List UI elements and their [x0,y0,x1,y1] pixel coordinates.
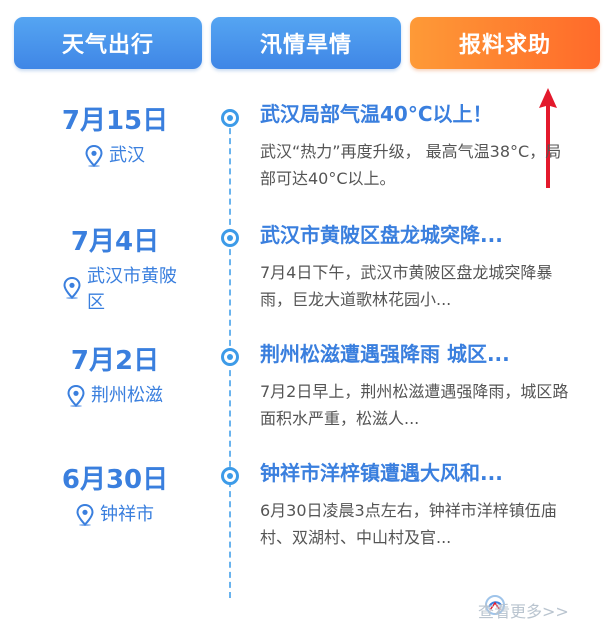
location-pin-icon [85,145,103,167]
event-content: 武汉市黄陂区盘龙城突降... 7月4日下午，武汉市黄陂区盘龙城突降暴雨，巨龙大道… [260,221,570,313]
event-content: 钟祥市洋梓镇遭遇大风和... 6月30日凌晨3点左右，钟祥市洋梓镇伍庙村、双湖村… [260,459,570,551]
event-title[interactable]: 武汉局部气温40°C以上！ [260,100,570,128]
location-pin-icon [63,277,81,299]
timeline-dot [221,348,239,366]
view-more-label[interactable]: 查看更多>> [478,598,569,622]
event-location: 荆州松滋 [0,383,230,409]
event-summary: 7月4日下午，武汉市黄陂区盘龙城突降暴雨，巨龙大道歌林花园小... [260,263,553,309]
event-date-column: 7月2日 荆州松滋 [0,340,230,409]
event-title[interactable]: 钟祥市洋梓镇遭遇大风和... [260,459,570,487]
tab-weather-travel[interactable]: 天气出行 [14,17,202,69]
event-summary: 武汉“热力”再度升级， 最高气温38°C，局部可达40°C以上。 [260,142,562,188]
event-date: 7月2日 [70,346,160,376]
event-date-column: 7月4日 武汉市黄陂区 [0,221,230,316]
event-location: 钟祥市 [0,502,230,528]
event-content: 荆州松滋遭遇强降雨 城区... 7月2日早上，荆州松滋遭遇强降雨，城区路面积水严… [260,340,570,432]
event-date: 6月30日 [61,465,169,495]
event-location-text: 武汉市黄陂区 [87,266,177,313]
location-pin-icon [67,385,85,407]
view-more-link[interactable]: 查看更多>> [478,594,598,622]
timeline-dot [221,467,239,485]
event-summary: 6月30日凌晨3点左右，钟祥市洋梓镇伍庙村、双湖村、中山村及官... [260,501,557,547]
event-location: 武汉 [0,143,230,169]
event-title[interactable]: 武汉市黄陂区盘龙城突降... [260,221,570,249]
event-location: 武汉市黄陂区 [0,264,230,316]
timeline-dot [221,229,239,247]
event-title[interactable]: 荆州松滋遭遇强降雨 城区... [260,340,570,368]
event-content: 武汉局部气温40°C以上！ 武汉“热力”再度升级， 最高气温38°C，局部可达4… [260,100,570,192]
event-summary: 7月2日早上，荆州松滋遭遇强降雨，城区路面积水严重，松滋人... [260,382,569,428]
tab-report-help[interactable]: 报料求助 [410,17,600,69]
event-date: 7月15日 [61,106,169,136]
tab-bar: 天气出行 汛情旱情 报料求助 [14,17,600,69]
location-pin-icon [76,504,94,526]
event-location-text: 钟祥市 [100,504,154,525]
event-date: 7月4日 [70,227,160,257]
event-date-column: 7月15日 武汉 [0,100,230,169]
event-location-text: 武汉 [109,145,145,166]
tab-flood-drought[interactable]: 汛情旱情 [211,17,401,69]
event-date-column: 6月30日 钟祥市 [0,459,230,528]
event-location-text: 荆州松滋 [91,385,163,406]
timeline-dot [221,109,239,127]
